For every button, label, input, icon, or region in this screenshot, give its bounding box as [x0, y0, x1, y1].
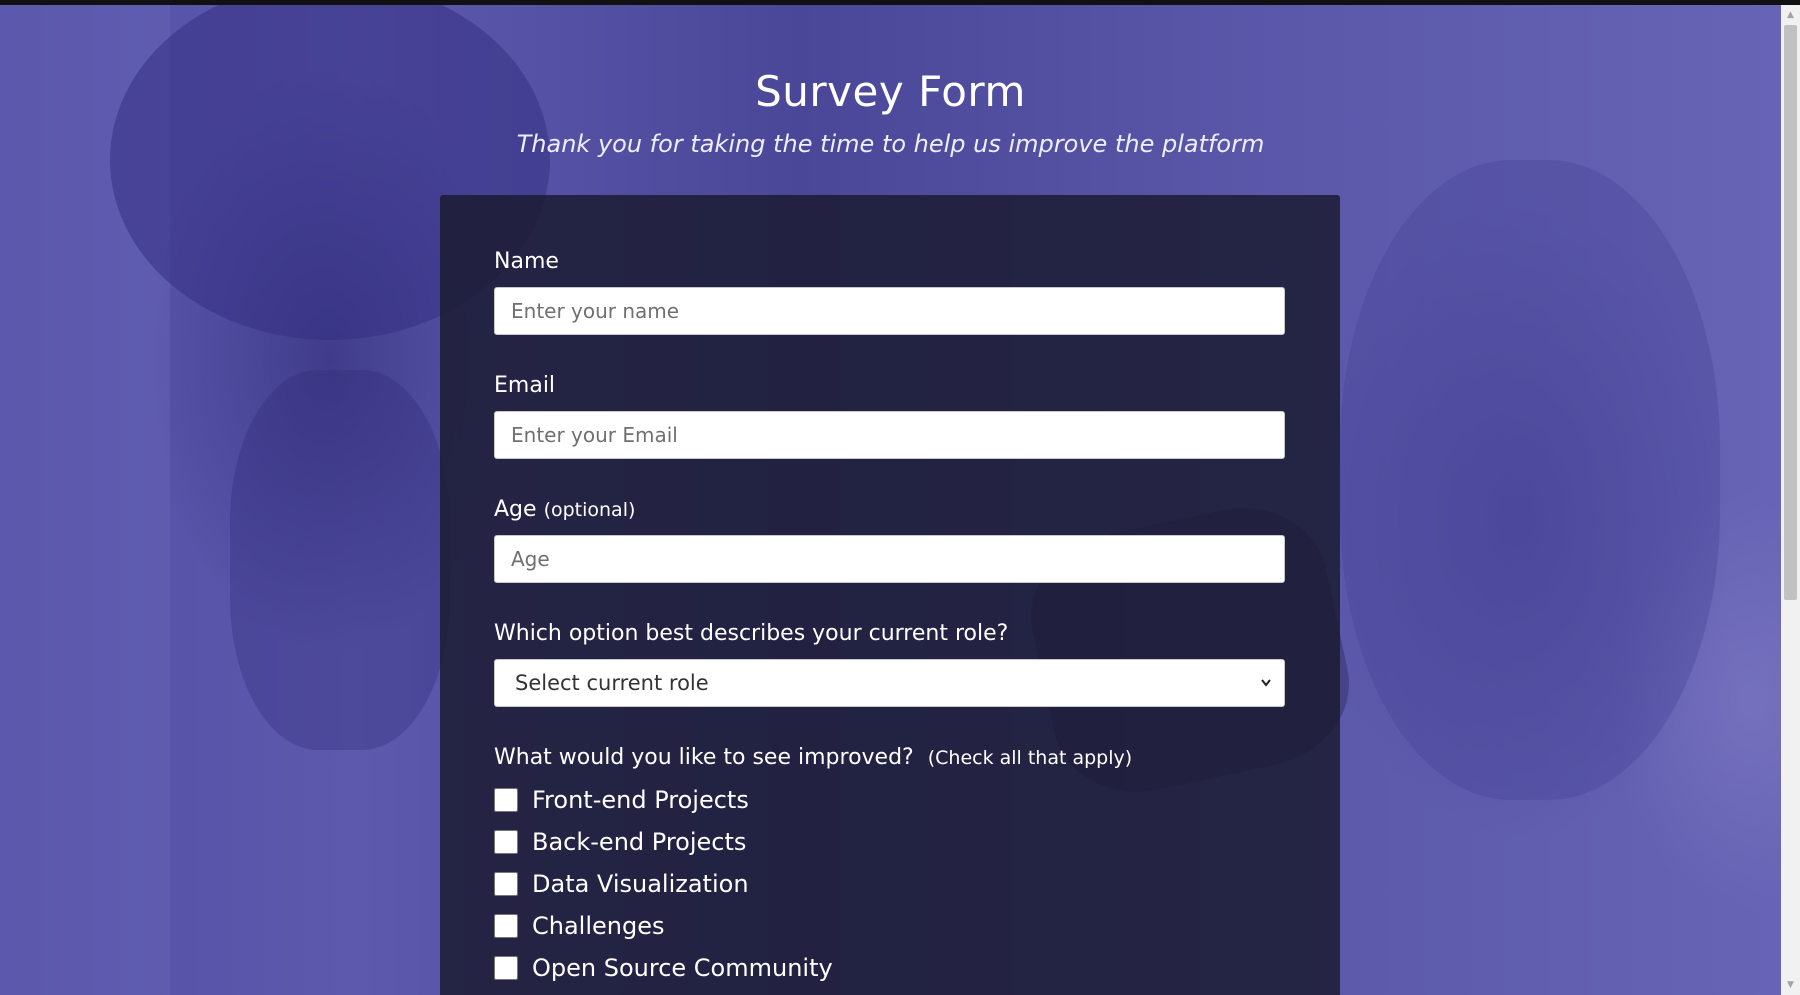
improve-label-text: What would you like to see improved? [494, 745, 914, 770]
improve-group: What would you like to see improved? (Ch… [494, 743, 1285, 989]
age-label-text: Age [494, 497, 537, 522]
improve-checkbox-list: Front-end Projects Back-end Projects Dat… [494, 779, 1285, 989]
name-group: Name [494, 247, 1285, 335]
scroll-up-arrow-icon[interactable]: ▲ [1781, 7, 1800, 23]
improve-label: What would you like to see improved? (Ch… [494, 743, 1285, 773]
checkbox-row-open-source[interactable]: Open Source Community [494, 947, 1285, 989]
checkbox-row-challenges[interactable]: Challenges [494, 905, 1285, 947]
browser-top-edge [0, 0, 1800, 5]
checkbox-row-data-visualization[interactable]: Data Visualization [494, 863, 1285, 905]
checkbox-label-back-end[interactable]: Back-end Projects [532, 827, 746, 857]
scrollbar-thumb[interactable] [1784, 25, 1797, 600]
email-input[interactable] [494, 411, 1285, 459]
age-label: Age (optional) [494, 495, 1285, 525]
scroll-down-arrow-icon[interactable]: ▼ [1781, 977, 1800, 993]
checkbox-label-data-visualization[interactable]: Data Visualization [532, 869, 749, 899]
checkbox-row-back-end[interactable]: Back-end Projects [494, 821, 1285, 863]
page-title: Survey Form [755, 67, 1026, 116]
age-optional-clue: (optional) [543, 499, 636, 521]
age-input[interactable] [494, 535, 1285, 583]
survey-form: Name Email Age (optional) Which option b… [440, 195, 1340, 995]
name-label: Name [494, 249, 559, 274]
checkbox-challenges[interactable] [494, 914, 518, 938]
page-description: Thank you for taking the time to help us… [516, 130, 1265, 158]
role-group: Which option best describes your current… [494, 619, 1285, 707]
vertical-scrollbar[interactable]: ▲ ▼ [1781, 5, 1800, 995]
checkbox-label-front-end[interactable]: Front-end Projects [532, 785, 749, 815]
checkbox-front-end[interactable] [494, 788, 518, 812]
role-select-value: Select current role [515, 671, 709, 695]
checkbox-open-source[interactable] [494, 956, 518, 980]
checkbox-label-open-source[interactable]: Open Source Community [532, 953, 833, 983]
email-label: Email [494, 373, 556, 398]
chevron-down-icon [1260, 660, 1272, 725]
checkbox-back-end[interactable] [494, 830, 518, 854]
role-label: Which option best describes your current… [494, 621, 1009, 646]
checkbox-label-challenges[interactable]: Challenges [532, 911, 665, 941]
age-group: Age (optional) [494, 495, 1285, 583]
page-header: Survey Form Thank you for taking the tim… [0, 62, 1781, 160]
checkbox-data-visualization[interactable] [494, 872, 518, 896]
improve-clue: (Check all that apply) [927, 747, 1133, 769]
name-input[interactable] [494, 287, 1285, 335]
checkbox-row-front-end[interactable]: Front-end Projects [494, 779, 1285, 821]
email-group: Email [494, 371, 1285, 459]
role-select[interactable]: Select current role [494, 659, 1285, 707]
